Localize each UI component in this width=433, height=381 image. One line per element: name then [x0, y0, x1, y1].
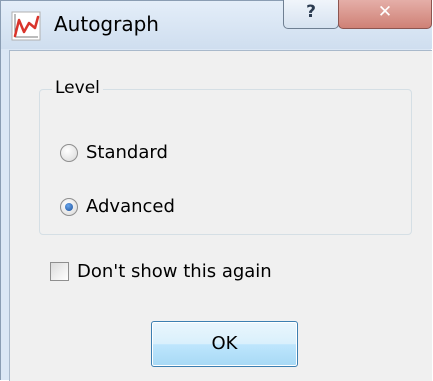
dialog-body: Level Standard Advanced Don't show this … [9, 50, 432, 381]
radio-selected-dot [65, 203, 73, 211]
radio-advanced-circle[interactable] [60, 198, 78, 216]
close-button[interactable]: ✕ [338, 0, 432, 29]
autograph-graph-icon [11, 11, 41, 41]
window-title: Autograph [54, 12, 159, 36]
ok-button[interactable]: OK [151, 321, 298, 367]
close-icon: ✕ [377, 2, 393, 22]
dialog-window: Autograph ? ✕ Level Standard Advanced Do… [0, 0, 432, 381]
radio-standard-label[interactable]: Standard [86, 142, 168, 163]
title-bar[interactable]: Autograph ? ✕ [1, 0, 432, 49]
level-group-label: Level [52, 78, 103, 98]
dont-show-again-label[interactable]: Don't show this again [77, 261, 272, 282]
dont-show-again-checkbox[interactable] [50, 262, 69, 281]
level-groupbox: Level Standard Advanced [39, 78, 412, 235]
help-button[interactable]: ? [283, 0, 339, 29]
radio-advanced-label[interactable]: Advanced [86, 196, 175, 217]
radio-standard-circle[interactable] [60, 144, 78, 162]
help-icon: ? [306, 2, 316, 22]
